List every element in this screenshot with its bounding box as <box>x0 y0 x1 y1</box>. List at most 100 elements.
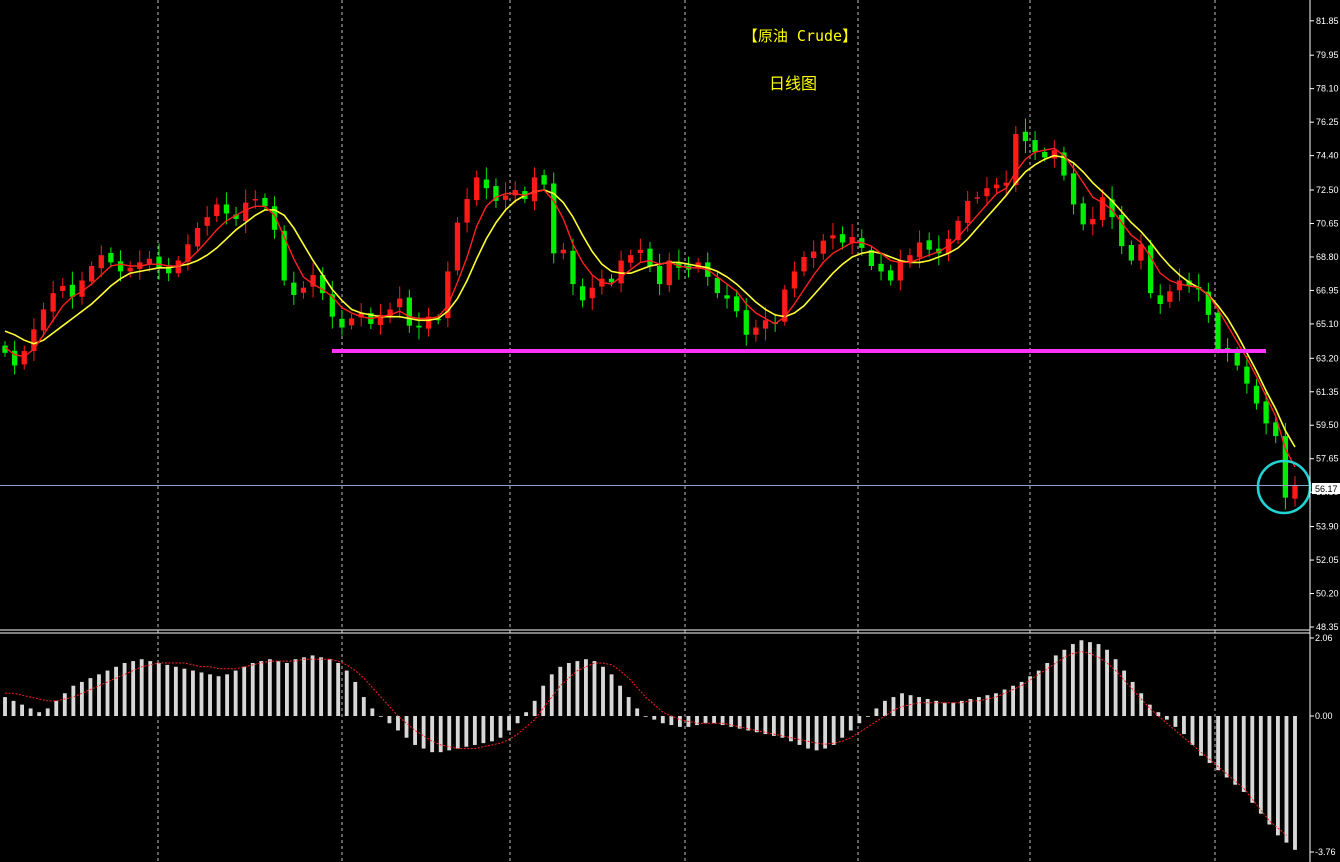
macd-bar <box>122 662 127 716</box>
candle-body <box>1292 484 1298 499</box>
macd-bar <box>276 661 281 716</box>
macd-bar <box>1267 716 1272 825</box>
macd-bar <box>1258 716 1263 814</box>
candle-body <box>647 248 653 266</box>
macd-bar <box>344 670 349 716</box>
candle-body <box>243 202 249 222</box>
candle-body <box>984 188 990 197</box>
macd-bar <box>771 716 776 736</box>
macd-bar <box>139 659 144 716</box>
price-tick-label: 65.10 <box>1316 319 1339 329</box>
macd-bar <box>601 666 605 716</box>
macd-bar <box>199 672 204 716</box>
macd-bar <box>1096 644 1101 716</box>
price-tick-label: 59.50 <box>1316 420 1339 430</box>
candle-body <box>570 250 576 285</box>
price-tick-label: 61.35 <box>1316 387 1339 397</box>
chart-background <box>0 0 1340 862</box>
candle-body <box>579 286 586 301</box>
macd-bar <box>191 670 195 716</box>
macd-bar <box>225 674 230 716</box>
macd-bar <box>1224 716 1229 778</box>
candle-body <box>1157 295 1163 304</box>
macd-bar <box>1293 716 1297 850</box>
price-tick-label: 50.20 <box>1316 589 1339 599</box>
macd-bar <box>1241 716 1246 792</box>
candle-body <box>801 256 807 272</box>
price-tick-label: 78.10 <box>1316 84 1339 94</box>
price-tick-label: 70.65 <box>1316 218 1339 228</box>
macd-bar <box>62 693 67 716</box>
macd-bar <box>182 668 187 716</box>
candle-body <box>608 278 615 283</box>
candle-body <box>291 282 297 295</box>
candle-body <box>1263 401 1269 424</box>
candle-body <box>348 318 355 326</box>
macd-bar <box>1062 649 1067 716</box>
macd-bar <box>780 716 785 738</box>
candle-body <box>339 318 345 328</box>
macd-bar <box>293 659 298 716</box>
macd-bar <box>1207 716 1212 764</box>
macd-bar <box>626 697 631 716</box>
candle-body <box>878 263 884 272</box>
macd-bar <box>1011 685 1016 716</box>
macd-bar <box>71 685 76 716</box>
macd-bar <box>421 716 426 749</box>
candle-body <box>965 200 971 223</box>
macd-bar <box>28 708 33 716</box>
macd-bar <box>1216 716 1221 771</box>
candle-body <box>1234 352 1240 366</box>
candle-body <box>974 197 980 199</box>
macd-bar <box>814 716 819 751</box>
candle-body <box>98 255 104 269</box>
macd-bar <box>532 700 537 716</box>
macd-bar <box>3 697 7 716</box>
candle-body <box>262 197 268 207</box>
macd-bar <box>763 716 768 735</box>
candle-body <box>1090 218 1096 225</box>
macd-bar <box>652 716 657 720</box>
macd-bar <box>336 662 341 716</box>
macd-bar <box>1070 644 1075 716</box>
macd-bar <box>45 708 50 716</box>
macd-bar <box>857 716 862 724</box>
macd-bar <box>524 712 529 716</box>
candle-body <box>397 298 403 308</box>
macd-bar <box>310 655 315 716</box>
candle-body <box>714 277 721 294</box>
macd-bar <box>865 716 870 717</box>
candle-body <box>483 179 489 189</box>
crude-oil-daily-chart: 81.85 79.95 78.10 76.25 74.40 72.50 70.65 68.80… <box>0 0 1340 862</box>
price-tick-label: 81.85 <box>1316 16 1339 26</box>
macd-bar <box>558 666 563 716</box>
macd-bar <box>353 681 358 716</box>
candle-body <box>40 309 47 331</box>
macd-bar <box>37 712 42 716</box>
candle-body <box>666 260 672 286</box>
macd-bar <box>1199 716 1203 756</box>
candle-body <box>753 327 759 335</box>
macd-bar <box>575 661 580 716</box>
macd-bar <box>114 666 118 716</box>
candle-body <box>1080 203 1086 225</box>
candle-body <box>993 184 1000 189</box>
candle-body <box>926 240 932 250</box>
macd-bar <box>216 676 221 716</box>
macd-bar <box>284 662 289 716</box>
candle-body <box>656 266 663 285</box>
macd-bar <box>643 716 648 717</box>
macd-bar <box>97 674 101 716</box>
macd-bar <box>378 716 383 717</box>
candle-body <box>406 297 412 326</box>
macd-bar <box>79 681 84 716</box>
candle-body <box>897 260 903 281</box>
macd-bar <box>1156 712 1161 716</box>
candle-body <box>628 255 634 263</box>
macd-bar <box>1036 670 1041 716</box>
macd-bar <box>507 716 511 731</box>
macd-bar <box>88 678 93 716</box>
candle-body <box>541 175 547 185</box>
candle-body <box>916 242 923 258</box>
candle-body <box>733 296 740 312</box>
